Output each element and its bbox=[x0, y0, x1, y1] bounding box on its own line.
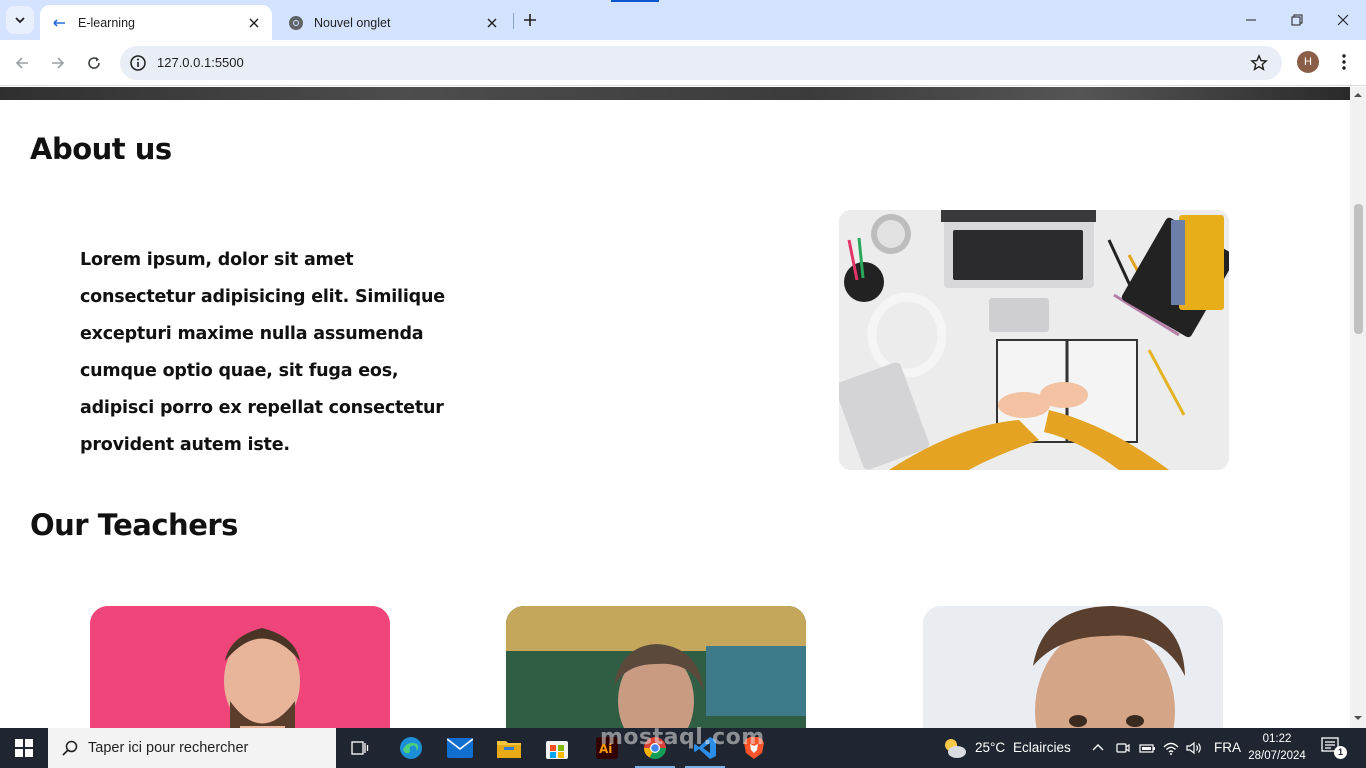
url-text[interactable]: 127.0.0.1:5500 bbox=[157, 55, 244, 70]
back-button[interactable] bbox=[10, 51, 34, 75]
taskbar-search-box[interactable]: Taper ici pour rechercher bbox=[48, 728, 336, 768]
windows-logo-icon bbox=[15, 739, 33, 757]
chevron-down-icon bbox=[15, 17, 25, 24]
clock-time: 01:22 bbox=[1262, 733, 1292, 745]
meet-now-icon[interactable] bbox=[1114, 739, 1132, 757]
store-icon bbox=[546, 741, 568, 759]
browser-toolbar: 127.0.0.1:5500 bbox=[0, 40, 1366, 86]
arrow-right-icon bbox=[52, 57, 65, 69]
tab-search-button[interactable] bbox=[6, 6, 34, 34]
address-bar[interactable]: 127.0.0.1:5500 bbox=[120, 46, 1282, 80]
teacher-card-3[interactable] bbox=[923, 606, 1223, 728]
forward-button[interactable] bbox=[46, 51, 70, 75]
hero-image-bottom bbox=[0, 87, 1350, 100]
teachers-title: Our Teachers bbox=[30, 508, 238, 542]
browser-tab-bar: E-learning Nouvel onglet bbox=[0, 0, 1366, 40]
scrollbar-thumb[interactable] bbox=[1354, 204, 1363, 334]
new-tab-button[interactable] bbox=[520, 10, 540, 30]
site-favicon-icon bbox=[52, 15, 68, 31]
language-indicator[interactable]: FRA bbox=[1214, 740, 1241, 755]
edge-icon bbox=[400, 737, 422, 759]
tab-separator bbox=[513, 13, 514, 29]
file-explorer-app[interactable] bbox=[486, 728, 532, 768]
weather-temp[interactable]: 25°C bbox=[975, 740, 1005, 755]
minimize-icon bbox=[1246, 19, 1256, 21]
clock-date: 28/07/2024 bbox=[1248, 750, 1306, 762]
notification-center-button[interactable]: 1 bbox=[1320, 736, 1350, 760]
chrome-icon bbox=[288, 15, 304, 31]
arrow-left-icon bbox=[15, 57, 28, 69]
file-explorer-icon bbox=[497, 741, 521, 758]
more-vertical-icon bbox=[1342, 54, 1346, 70]
weather-partly-cloudy-icon[interactable] bbox=[941, 736, 967, 760]
task-view-icon bbox=[351, 741, 369, 755]
close-tab-icon[interactable] bbox=[484, 15, 500, 31]
tab-new-tab[interactable]: Nouvel onglet bbox=[276, 5, 510, 40]
restore-button[interactable] bbox=[1274, 0, 1320, 40]
mail-icon bbox=[447, 738, 473, 758]
page-scrollbar[interactable] bbox=[1350, 87, 1366, 728]
scroll-down-icon[interactable] bbox=[1354, 714, 1362, 722]
page-viewport: About us Lorem ipsum, dolor sit amet con… bbox=[0, 87, 1350, 728]
teacher-card-2[interactable] bbox=[506, 606, 806, 728]
reload-icon bbox=[88, 57, 100, 69]
reload-button[interactable] bbox=[82, 51, 106, 75]
teacher-card-1[interactable] bbox=[90, 606, 390, 728]
close-tab-icon[interactable] bbox=[246, 15, 262, 31]
tab-indicator bbox=[611, 0, 659, 2]
browser-menu-button[interactable] bbox=[1334, 51, 1354, 73]
profile-avatar[interactable]: H bbox=[1297, 51, 1319, 73]
about-text: Lorem ipsum, dolor sit amet consectetur … bbox=[80, 250, 445, 455]
plus-icon bbox=[524, 14, 536, 26]
edge-app[interactable] bbox=[388, 728, 434, 768]
scroll-up-icon[interactable] bbox=[1354, 91, 1362, 99]
weather-label[interactable]: Eclaircies bbox=[1013, 740, 1071, 755]
start-button[interactable] bbox=[0, 728, 48, 768]
battery-icon[interactable] bbox=[1138, 739, 1156, 757]
store-app[interactable] bbox=[534, 728, 580, 768]
wifi-icon[interactable] bbox=[1162, 739, 1180, 757]
notification-badge: 1 bbox=[1334, 746, 1347, 759]
task-view-button[interactable] bbox=[337, 728, 383, 768]
system-clock[interactable]: 01:22 28/07/2024 bbox=[1240, 731, 1314, 765]
volume-icon[interactable] bbox=[1185, 739, 1203, 757]
restore-icon bbox=[1291, 14, 1303, 26]
search-placeholder[interactable]: Taper ici pour rechercher bbox=[88, 740, 248, 756]
tab-title: E-learning bbox=[78, 15, 135, 30]
chevron-up-icon[interactable] bbox=[1089, 739, 1107, 757]
close-window-button[interactable] bbox=[1320, 0, 1366, 40]
site-info-icon[interactable] bbox=[129, 54, 147, 72]
about-title: About us bbox=[30, 132, 172, 166]
tab-title: Nouvel onglet bbox=[314, 15, 391, 30]
minimize-button[interactable] bbox=[1228, 0, 1274, 40]
search-icon bbox=[62, 740, 78, 756]
tab-e-learning[interactable]: E-learning bbox=[40, 5, 272, 40]
mail-app[interactable] bbox=[437, 728, 483, 768]
close-icon bbox=[1337, 14, 1349, 26]
about-image bbox=[839, 210, 1229, 470]
bookmark-star-icon[interactable] bbox=[1250, 54, 1268, 72]
watermark-text: mostaql.com bbox=[600, 725, 765, 750]
